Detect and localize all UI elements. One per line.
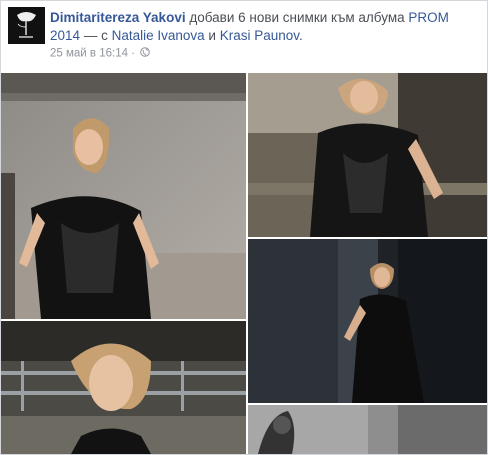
photo-grid xyxy=(1,73,487,454)
photo-4[interactable] xyxy=(1,321,246,454)
meta-separator: · xyxy=(131,47,136,60)
post-header: Dimitaritereza Yakovi добави 6 нови сним… xyxy=(1,1,487,71)
actor-link[interactable]: Dimitaritereza Yakovi xyxy=(50,10,186,25)
tag-link-1[interactable]: Natalie Ivanova xyxy=(112,28,205,43)
photo-5[interactable] xyxy=(248,405,487,454)
profile-avatar[interactable] xyxy=(8,7,45,44)
action-text: добави 6 нови снимки към албума xyxy=(189,10,405,25)
globe-icon[interactable] xyxy=(140,47,151,60)
end-text: . xyxy=(299,28,303,43)
post-story: Dimitaritereza Yakovi добави 6 нови сним… xyxy=(50,9,470,45)
post-meta: 25 май в 16:14 · xyxy=(50,47,151,60)
with-text: — с xyxy=(83,28,108,43)
tag-link-2[interactable]: Krasi Paunov xyxy=(220,28,299,43)
feed-post: Dimitaritereza Yakovi добави 6 нови сним… xyxy=(0,0,488,455)
conj-text: и xyxy=(208,28,216,43)
timestamp-link[interactable]: 25 май в 16:14 xyxy=(50,48,128,60)
photo-3[interactable] xyxy=(248,239,487,403)
photo-2[interactable] xyxy=(248,73,487,237)
photo-1[interactable] xyxy=(1,73,246,319)
